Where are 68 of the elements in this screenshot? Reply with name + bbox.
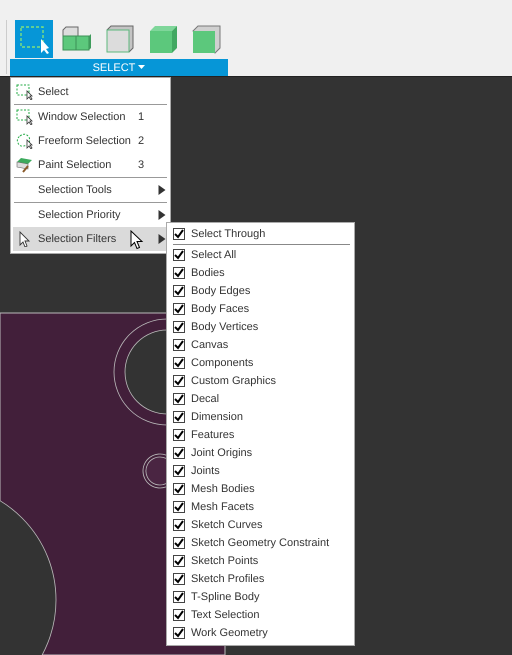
checkbox[interactable]	[173, 609, 185, 621]
checkbox[interactable]	[173, 591, 185, 603]
menu-item[interactable]: Select All	[167, 246, 354, 264]
checkbox[interactable]	[173, 267, 185, 279]
checkbox[interactable]	[173, 249, 185, 261]
checkbox[interactable]	[173, 303, 185, 315]
cube-icon	[105, 24, 135, 54]
menu-item[interactable]: Sketch Profiles	[167, 570, 354, 588]
checkbox[interactable]	[173, 429, 185, 441]
menu-item[interactable]: Body Edges	[167, 282, 354, 300]
submenu-arrow-icon	[156, 210, 168, 220]
checkbox[interactable]	[173, 375, 185, 387]
checkbox[interactable]	[173, 228, 185, 240]
menu-item[interactable]: Joints	[167, 462, 354, 480]
window-selection-icon	[16, 109, 34, 125]
checkbox[interactable]	[173, 519, 185, 531]
menu-item[interactable]: Components	[167, 354, 354, 372]
hole-outline	[142, 454, 166, 488]
menu-item[interactable]: Window Selection 1	[13, 105, 168, 129]
menu-item[interactable]: Canvas	[167, 336, 354, 354]
checkbox[interactable]	[173, 483, 185, 495]
checkbox[interactable]	[173, 465, 185, 477]
menu-item[interactable]: Bodies	[167, 264, 354, 282]
window-select-icon	[19, 24, 49, 54]
checkbox[interactable]	[173, 339, 185, 351]
menu-item[interactable]: Selection Priority	[13, 203, 168, 227]
menu-item[interactable]: Work Geometry	[167, 624, 354, 642]
checkbox[interactable]	[173, 411, 185, 423]
checkbox[interactable]	[173, 285, 185, 297]
checkbox[interactable]	[173, 555, 185, 567]
menu-item[interactable]: Text Selection	[167, 606, 354, 624]
checkbox[interactable]	[173, 573, 185, 585]
checkbox[interactable]	[173, 447, 185, 459]
paint-brush-icon	[16, 157, 34, 173]
select-icon	[16, 84, 34, 100]
menu-item[interactable]: Custom Graphics	[167, 372, 354, 390]
menu-item[interactable]: Selection Tools	[13, 178, 168, 202]
menu-item[interactable]: Features	[167, 426, 354, 444]
menu-item[interactable]: Sketch Curves	[167, 516, 354, 534]
menu-item[interactable]: Select Through	[167, 225, 354, 243]
menu-item[interactable]: Sketch Points	[167, 552, 354, 570]
menu-item[interactable]: Selection Filters	[13, 227, 168, 251]
cube-icon	[148, 24, 178, 54]
menu-item[interactable]: T-Spline Body	[167, 588, 354, 606]
checkbox[interactable]	[173, 357, 185, 369]
submenu-arrow-icon	[156, 185, 168, 195]
menu-item[interactable]: Mesh Facets	[167, 498, 354, 516]
checkbox[interactable]	[173, 627, 185, 639]
checkbox[interactable]	[173, 321, 185, 333]
checkbox[interactable]	[173, 537, 185, 549]
menu-item[interactable]: Joint Origins	[167, 444, 354, 462]
menu-item[interactable]: Body Vertices	[167, 318, 354, 336]
checkbox[interactable]	[173, 501, 185, 513]
freeform-selection-icon	[16, 133, 34, 149]
menu-item[interactable]: Sketch Geometry Constraint	[167, 534, 354, 552]
menu-item[interactable]: Paint Selection 3	[13, 153, 168, 177]
menu-item[interactable]: Freeform Selection 2	[13, 129, 168, 153]
checkbox[interactable]	[173, 393, 185, 405]
menu-item[interactable]: Dimension	[167, 408, 354, 426]
submenu-arrow-icon	[156, 234, 168, 244]
menu-item[interactable]: Select	[13, 80, 168, 104]
menu-item[interactable]: Mesh Bodies	[167, 480, 354, 498]
menu-item[interactable]: Decal	[167, 390, 354, 408]
mouse-cursor-icon	[130, 230, 144, 250]
toolbar-tool[interactable]	[15, 20, 53, 58]
cube-icon	[191, 24, 221, 54]
menu-item[interactable]: Body Faces	[167, 300, 354, 318]
caret-icon	[138, 65, 146, 70]
